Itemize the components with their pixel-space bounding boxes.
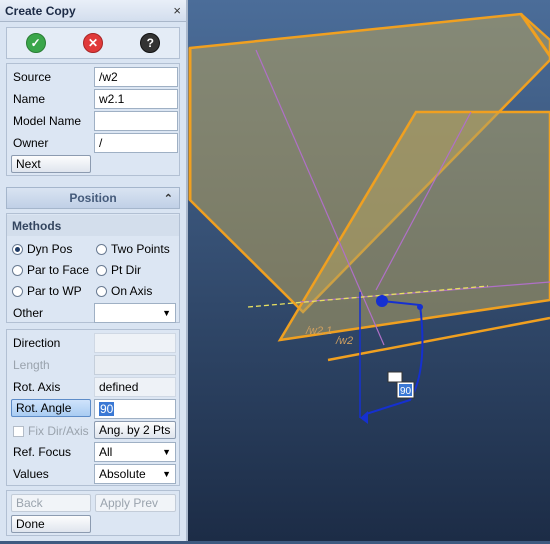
keyboard-icon[interactable] [387,371,403,383]
radio-par-to-wp[interactable]: Par to WP [12,284,82,298]
radio-par-to-face[interactable]: Par to Face [12,263,89,277]
values-label: Values [13,466,49,481]
values-row: Values Absolute ▼ [6,463,182,484]
rot-angle-button[interactable]: Rot. Angle [11,399,91,417]
source-row: Source /w2 [12,66,178,87]
apply-prev-button[interactable]: Apply Prev [95,494,176,512]
radio-icon [96,285,107,297]
other-label: Other [13,305,44,320]
direction-label: Direction [13,335,61,350]
model-name-label: Model Name [13,113,82,128]
chevron-down-icon: ▼ [162,446,171,457]
values-select[interactable]: Absolute ▼ [94,463,176,484]
radio-dyn-pos[interactable]: Dyn Pos [12,242,72,256]
radio-dyn-pos-label: Dyn Pos [27,242,73,256]
done-button[interactable]: Done [11,515,91,533]
cancel-icon[interactable]: ✕ [82,33,103,53]
radio-two-points-label: Two Points [111,242,170,256]
radio-par-to-face-label: Par to Face [27,263,90,277]
chevron-down-icon: ▼ [162,468,171,479]
position-section-header[interactable]: Position ⌃ [6,187,180,209]
handle-point[interactable] [417,304,423,310]
name-row: Name w2.1 [12,88,178,109]
radio-selected-icon [12,243,23,255]
back-button[interactable]: Back [11,494,91,512]
rot-axis-field[interactable]: defined [94,376,176,397]
create-copy-panel: Create Copy × ✓ ✕ ? Source /w2 Name w2.1… [0,0,188,541]
pivot-point[interactable] [376,295,388,307]
radio-icon [12,264,23,276]
radio-on-axis[interactable]: On Axis [96,284,152,298]
action-icon-row: ✓ ✕ ? [6,27,180,59]
ref-focus-label: Ref. Focus [13,444,72,459]
model-name-field[interactable] [94,110,178,131]
chevron-down-icon: ▼ [162,307,171,318]
owner-field[interactable]: / [94,132,178,153]
ref-focus-row: Ref. Focus All ▼ [6,441,182,462]
checkmark-icon[interactable]: ✓ [25,33,46,53]
checkbox-icon [13,425,24,437]
close-icon[interactable]: × [173,3,181,18]
panel-title: Create Copy [5,3,76,18]
rot-angle-row: Rot. Angle 90 [6,398,182,419]
3d-viewport[interactable]: /w2.1 /w2 90 [188,0,550,541]
other-select[interactable]: ▼ [94,302,176,323]
radio-icon [96,264,107,276]
radio-par-to-wp-label: Par to WP [27,284,82,298]
direction-row: Direction [6,332,182,353]
owner-row: Owner / [12,132,178,153]
source-field[interactable]: /w2 [94,66,178,87]
fix-dir-axis-checkbox: Fix Dir/Axis [13,424,89,438]
other-row: Other ▼ [6,302,182,323]
radio-two-points[interactable]: Two Points [96,242,170,256]
length-label: Length [13,357,50,372]
angle-value: 90 [400,386,412,397]
radio-pt-dir-label: Pt Dir [111,263,141,277]
rot-angle-field[interactable]: 90 [94,398,176,419]
length-field [94,354,176,375]
radio-icon [12,285,23,297]
help-icon[interactable]: ? [140,33,161,53]
model-name-row: Model Name [12,110,178,131]
ang-by-2-pts-button[interactable]: Ang. by 2 Pts [94,421,176,439]
direction-field[interactable] [94,332,176,353]
radio-pt-dir[interactable]: Pt Dir [96,263,141,277]
label-w2-1: /w2.1 [305,325,332,337]
next-button[interactable]: Next [11,155,91,173]
rot-axis-label: Rot. Axis [13,379,61,394]
radio-on-axis-label: On Axis [111,284,153,298]
name-label: Name [13,91,46,106]
fix-dir-axis-label: Fix Dir/Axis [28,424,89,438]
ref-focus-select[interactable]: All ▼ [94,441,176,462]
copy-identity-group: Source /w2 Name w2.1 Model Name Owner / … [6,63,180,176]
owner-label: Owner [13,135,49,150]
panel-titlebar: Create Copy × [0,0,186,22]
rot-axis-row: Rot. Axis defined [6,376,182,397]
3d-scene: /w2.1 /w2 90 [188,0,550,541]
methods-header: Methods [7,215,179,236]
collapse-icon[interactable]: ⌃ [164,192,173,205]
label-w2: /w2 [335,335,353,347]
position-title: Position [69,191,117,205]
length-row: Length [6,354,182,375]
source-label: Source [13,69,52,84]
radio-icon [96,243,107,255]
name-field[interactable]: w2.1 [94,88,178,109]
